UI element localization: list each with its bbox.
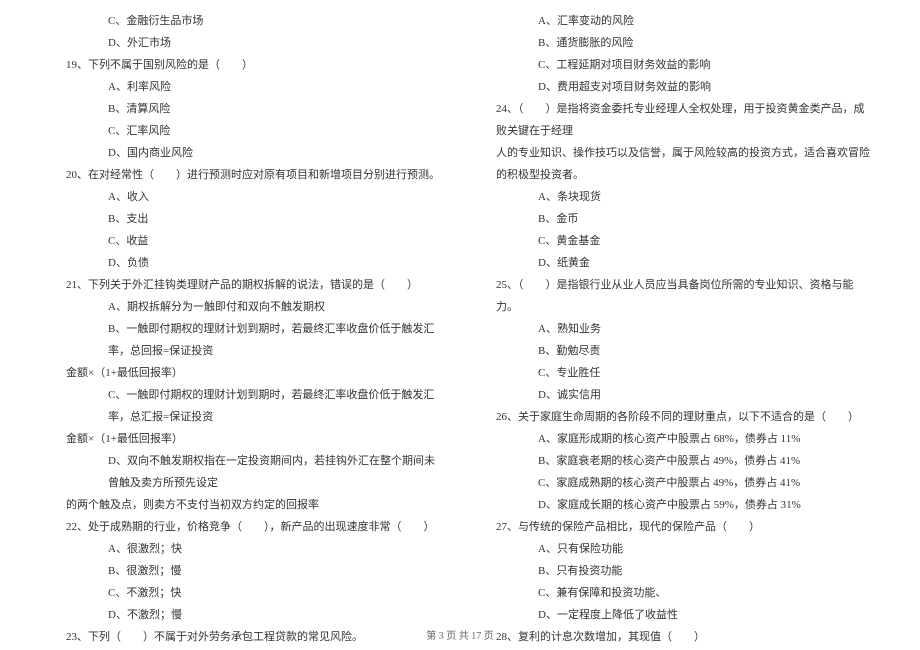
option: C、收益 xyxy=(50,230,440,252)
question-22: 22、处于成熟期的行业，价格竞争（ ），新产品的出现速度非常（ ） xyxy=(50,516,440,538)
option: C、黄金基金 xyxy=(480,230,870,252)
option: D、双向不触发期权指在一定投资期间内，若挂钩外汇在整个期间未曾触及卖方所预先设定 xyxy=(50,450,440,494)
right-column: A、汇率变动的风险 B、通货膨胀的风险 C、工程延期对项目财务效益的影响 D、费… xyxy=(470,10,870,620)
question-21: 21、下列关于外汇挂钩类理财产品的期权拆解的说法，错误的是（ ） xyxy=(50,274,440,296)
option: C、家庭成熟期的核心资产中股票占 49%，债券占 41% xyxy=(480,472,870,494)
option: D、负债 xyxy=(50,252,440,274)
option: C、兼有保障和投资功能、 xyxy=(480,582,870,604)
option-cont: 金额×（1+最低回报率） xyxy=(50,362,440,384)
option: B、支出 xyxy=(50,208,440,230)
option: A、家庭形成期的核心资产中股票占 68%，债券占 11% xyxy=(480,428,870,450)
question-25: 25、（ ）是指银行业从业人员应当具备岗位所需的专业知识、资格与能力。 xyxy=(480,274,870,318)
option: A、只有保险功能 xyxy=(480,538,870,560)
option: D、费用超支对项目财务效益的影响 xyxy=(480,76,870,98)
option: D、家庭成长期的核心资产中股票占 59%，债券占 31% xyxy=(480,494,870,516)
option: C、不激烈；快 xyxy=(50,582,440,604)
option: A、条块现货 xyxy=(480,186,870,208)
option: D、国内商业风险 xyxy=(50,142,440,164)
option: B、只有投资功能 xyxy=(480,560,870,582)
question-20: 20、在对经常性（ ）进行预测时应对原有项目和新增项目分别进行预测。 xyxy=(50,164,440,186)
option: C、汇率风险 xyxy=(50,120,440,142)
question-24-cont: 人的专业知识、操作技巧以及信誉，属于风险较高的投资方式，适合喜欢冒险的积极型投资… xyxy=(480,142,870,186)
option: A、期权拆解分为一触即付和双向不触发期权 xyxy=(50,296,440,318)
option: B、一触即付期权的理财计划到期时，若最终汇率收盘价低于触发汇率，总回报=保证投资 xyxy=(50,318,440,362)
option: A、收入 xyxy=(50,186,440,208)
option: C、金融衍生品市场 xyxy=(50,10,440,32)
option: B、勤勉尽责 xyxy=(480,340,870,362)
left-column: C、金融衍生品市场 D、外汇市场 19、下列不属于国别风险的是（ ） A、利率风… xyxy=(50,10,470,620)
option: C、一触即付期权的理财计划到期时，若最终汇率收盘价低于触发汇率，总汇报=保证投资 xyxy=(50,384,440,428)
page-footer: 第 3 页 共 17 页 xyxy=(0,627,920,642)
option: D、不激烈；慢 xyxy=(50,604,440,626)
page-content: C、金融衍生品市场 D、外汇市场 19、下列不属于国别风险的是（ ） A、利率风… xyxy=(0,0,920,620)
question-19: 19、下列不属于国别风险的是（ ） xyxy=(50,54,440,76)
question-27: 27、与传统的保险产品相比，现代的保险产品（ ） xyxy=(480,516,870,538)
option: B、很激烈；慢 xyxy=(50,560,440,582)
option: B、通货膨胀的风险 xyxy=(480,32,870,54)
option: A、汇率变动的风险 xyxy=(480,10,870,32)
option: A、很激烈；快 xyxy=(50,538,440,560)
option-cont: 金额×（1+最低回报率） xyxy=(50,428,440,450)
option-cont: 的两个触及点，则卖方不支付当初双方约定的回报率 xyxy=(50,494,440,516)
option: B、清算风险 xyxy=(50,98,440,120)
option: D、外汇市场 xyxy=(50,32,440,54)
option: D、一定程度上降低了收益性 xyxy=(480,604,870,626)
option: A、利率风险 xyxy=(50,76,440,98)
option: D、纸黄金 xyxy=(480,252,870,274)
option: B、家庭衰老期的核心资产中股票占 49%，债券占 41% xyxy=(480,450,870,472)
option: D、诚实信用 xyxy=(480,384,870,406)
question-24: 24、（ ）是指将资金委托专业经理人全权处理，用于投资黄金类产品，成败关键在于经… xyxy=(480,98,870,142)
option: A、熟知业务 xyxy=(480,318,870,340)
option: C、工程延期对项目财务效益的影响 xyxy=(480,54,870,76)
option: B、金币 xyxy=(480,208,870,230)
option: C、专业胜任 xyxy=(480,362,870,384)
question-26: 26、关于家庭生命周期的各阶段不同的理财重点，以下不适合的是（ ） xyxy=(480,406,870,428)
